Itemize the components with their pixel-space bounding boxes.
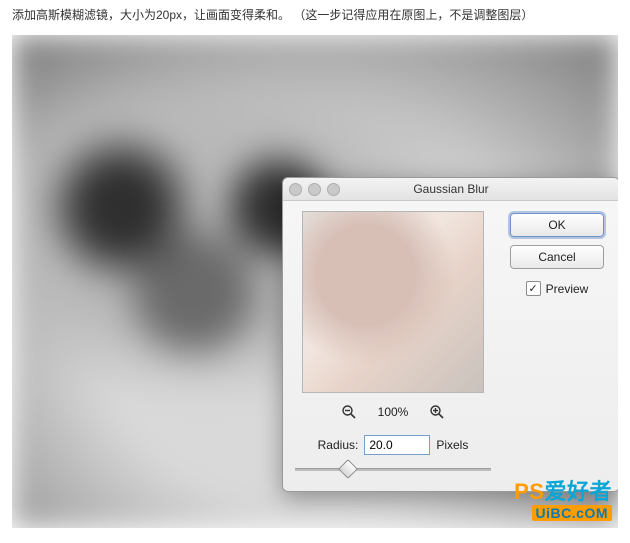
slider-thumb[interactable] bbox=[338, 459, 358, 479]
watermark-line2: UiBC.cOM bbox=[532, 505, 612, 521]
radius-row: Radius: 20.0 Pixels bbox=[318, 435, 469, 455]
dialog-right-column: OK Cancel ✓ Preview bbox=[505, 211, 609, 477]
radius-input[interactable]: 20.0 bbox=[364, 435, 430, 455]
watermark-line1: PS爱好者 bbox=[514, 481, 612, 503]
dialog-left-column: 100% Radius: 20.0 Pixels bbox=[293, 211, 493, 477]
gaussian-blur-dialog: Gaussian Blur 100% Radius: 20.0 Pi bbox=[282, 177, 618, 492]
radius-unit-label: Pixels bbox=[436, 438, 468, 452]
zoom-percent-label: 100% bbox=[378, 405, 409, 419]
zoom-icon[interactable] bbox=[327, 183, 340, 196]
preview-checkbox-label: Preview bbox=[546, 282, 589, 296]
dialog-title: Gaussian Blur bbox=[413, 182, 488, 196]
close-icon[interactable] bbox=[289, 183, 302, 196]
preview-checkbox-row: ✓ Preview bbox=[526, 281, 589, 296]
ok-button[interactable]: OK bbox=[510, 213, 604, 237]
dialog-titlebar: Gaussian Blur bbox=[283, 178, 618, 201]
screenshot-stage: Gaussian Blur 100% Radius: 20.0 Pi bbox=[12, 35, 618, 528]
minimize-icon[interactable] bbox=[308, 183, 321, 196]
dialog-body: 100% Radius: 20.0 Pixels OK Cancel bbox=[283, 201, 618, 491]
preview-checkbox[interactable]: ✓ bbox=[526, 281, 541, 296]
watermark-rest: 爱好者 bbox=[544, 479, 612, 504]
watermark: PS爱好者 UiBC.cOM bbox=[514, 481, 612, 522]
cancel-button[interactable]: Cancel bbox=[510, 245, 604, 269]
watermark-ps: PS bbox=[514, 479, 544, 504]
zoom-out-icon[interactable] bbox=[340, 403, 358, 421]
window-traffic-lights bbox=[289, 183, 340, 196]
zoom-in-icon[interactable] bbox=[428, 403, 446, 421]
instruction-caption: 添加高斯模糊滤镜，大小为20px，让画面变得柔和。 （这一步记得应用在原图上，不… bbox=[0, 0, 630, 35]
zoom-row: 100% bbox=[340, 403, 447, 421]
radius-label: Radius: bbox=[318, 438, 359, 452]
blur-preview-thumbnail[interactable] bbox=[302, 211, 484, 393]
radius-slider[interactable] bbox=[295, 461, 491, 477]
slider-track bbox=[295, 468, 491, 471]
